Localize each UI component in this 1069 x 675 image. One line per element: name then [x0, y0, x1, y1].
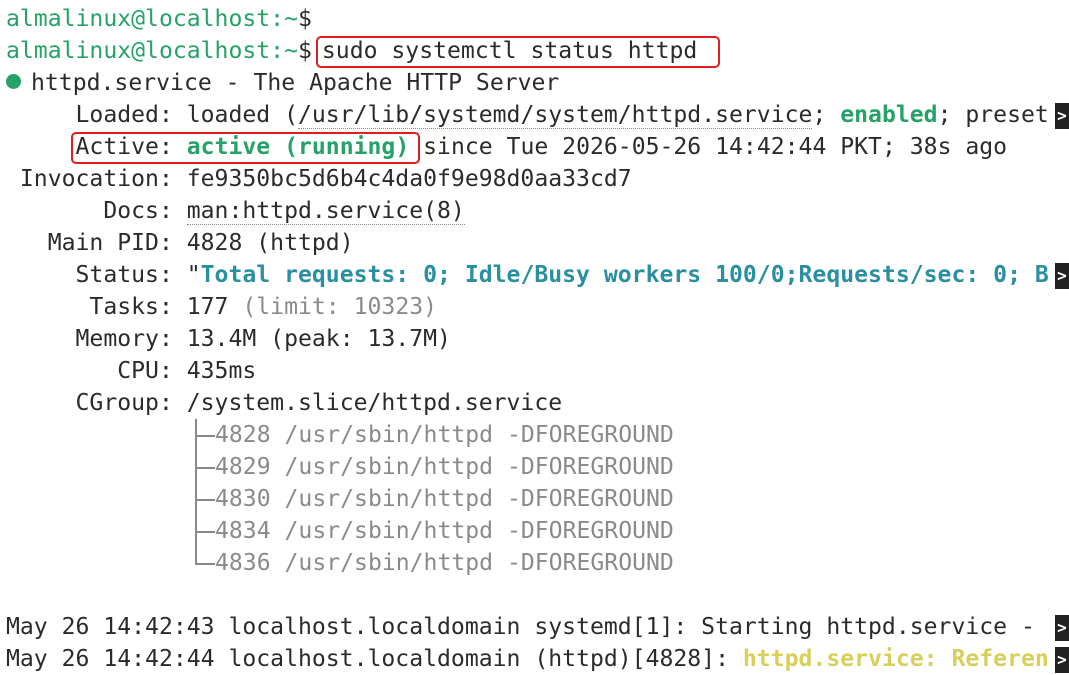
- prompt-line-1: almalinux@localhost:~$: [6, 3, 1069, 35]
- log-line-1: May 26 14:42:43 localhost.localdomain sy…: [6, 611, 1069, 643]
- invocation-value: fe9350bc5d6b4c4da0f9e98d0aa33cd7: [186, 166, 632, 192]
- tree-end-branch-icon: [187, 547, 215, 579]
- active-since: since Tue 2026-05-26 14:42:44 PKT; 38s a…: [409, 134, 1008, 160]
- prompt-symbol: $: [297, 38, 312, 64]
- log-highlight: httpd.service: Referen: [742, 646, 1049, 672]
- docs-link[interactable]: man:httpd.service(8): [186, 198, 465, 225]
- tasks-value: 177: [186, 294, 243, 320]
- active-line: Active: active (running) since Tue 2026-…: [6, 131, 1069, 163]
- tree-branch-icon: [187, 515, 215, 547]
- log-text: May 26 14:42:44 localhost.localdomain (h…: [6, 646, 743, 672]
- service-description: - The Apache HTTP Server: [211, 70, 560, 96]
- enabled-state: enabled: [840, 102, 938, 128]
- loaded-suffix: ; preset: [937, 102, 1049, 128]
- truncation-marker-icon: >: [1055, 647, 1069, 673]
- tree-branch-icon: [187, 419, 215, 451]
- process-text: 4834 /usr/sbin/httpd -DFOREGROUND: [215, 518, 674, 544]
- loaded-sep: ;: [812, 102, 841, 128]
- tasks-limit: (limit: 10323): [242, 294, 438, 320]
- prompt-user-host: almalinux@localhost: [6, 38, 271, 64]
- tree-branch-icon: [187, 483, 215, 515]
- cgroup-value: /system.slice/httpd.service: [186, 390, 563, 416]
- cpu-label: CPU:: [6, 358, 187, 384]
- unit-file-link[interactable]: /usr/lib/systemd/system/httpd.service: [297, 102, 813, 129]
- command-text[interactable]: sudo systemctl status httpd: [322, 38, 697, 64]
- active-state: active (running): [186, 134, 410, 160]
- log-line-2: May 26 14:42:44 localhost.localdomain (h…: [6, 643, 1069, 675]
- prompt-line-2: almalinux@localhost:~$ sudo systemctl sta…: [6, 35, 1069, 67]
- loaded-line: Loaded: loaded (/usr/lib/systemd/system/…: [6, 99, 1069, 131]
- main-pid-line: Main PID: 4828 (httpd): [6, 227, 1069, 259]
- loaded-label: Loaded:: [6, 102, 187, 128]
- service-active-dot-icon: [6, 74, 21, 89]
- process-item: 4829 /usr/sbin/httpd -DFOREGROUND: [6, 451, 1069, 483]
- service-header: httpd.service - The Apache HTTP Server: [6, 67, 1069, 99]
- log-text: May 26 14:42:43 localhost.localdomain sy…: [6, 614, 1049, 640]
- terminal-output[interactable]: almalinux@localhost:~$ almalinux@localho…: [6, 3, 1069, 675]
- process-item: 4828 /usr/sbin/httpd -DFOREGROUND: [6, 419, 1069, 451]
- loaded-prefix: loaded (: [186, 102, 298, 128]
- prompt-symbol: $: [297, 6, 312, 32]
- process-item: 4836 /usr/sbin/httpd -DFOREGROUND: [6, 547, 1069, 579]
- docs-line: Docs: man:httpd.service(8): [6, 195, 1069, 227]
- process-text: 4830 /usr/sbin/httpd -DFOREGROUND: [215, 486, 674, 512]
- main-pid-value: 4828 (httpd): [186, 230, 354, 256]
- status-value: Total requests: 0; Idle/Busy workers 100…: [200, 262, 1049, 288]
- active-label: Active:: [75, 134, 187, 160]
- prompt-user-host: almalinux@localhost: [6, 6, 271, 32]
- process-text: 4828 /usr/sbin/httpd -DFOREGROUND: [215, 422, 674, 448]
- cpu-line: CPU: 435ms: [6, 355, 1069, 387]
- cgroup-line: CGroup: /system.slice/httpd.service: [6, 387, 1069, 419]
- tree-branch-icon: [187, 451, 215, 483]
- main-pid-label: Main PID:: [6, 230, 187, 256]
- invocation-label: Invocation:: [6, 166, 187, 192]
- service-name: httpd.service: [31, 70, 212, 96]
- invocation-line: Invocation: fe9350bc5d6b4c4da0f9e98d0aa3…: [6, 163, 1069, 195]
- cgroup-label: CGroup:: [6, 390, 187, 416]
- process-item: 4834 /usr/sbin/httpd -DFOREGROUND: [6, 515, 1069, 547]
- truncation-marker-icon: >: [1055, 103, 1069, 129]
- docs-label: Docs:: [6, 198, 187, 224]
- process-text: 4836 /usr/sbin/httpd -DFOREGROUND: [215, 550, 674, 576]
- process-text: 4829 /usr/sbin/httpd -DFOREGROUND: [215, 454, 674, 480]
- status-label: Status:: [6, 262, 187, 288]
- memory-line: Memory: 13.4M (peak: 13.7M): [6, 323, 1069, 355]
- truncation-marker-icon: >: [1055, 615, 1069, 641]
- status-quote: ": [186, 262, 201, 288]
- tasks-label: Tasks:: [6, 294, 187, 320]
- process-item: 4830 /usr/sbin/httpd -DFOREGROUND: [6, 483, 1069, 515]
- prompt-path: :~: [270, 38, 298, 64]
- memory-value: 13.4M (peak: 13.7M): [186, 326, 451, 352]
- tasks-line: Tasks: 177 (limit: 10323): [6, 291, 1069, 323]
- truncation-marker-icon: >: [1055, 263, 1069, 289]
- cpu-value: 435ms: [186, 358, 257, 384]
- prompt-path: :~: [270, 6, 298, 32]
- memory-label: Memory:: [6, 326, 187, 352]
- status-line: Status: "Total requests: 0; Idle/Busy wo…: [6, 259, 1069, 291]
